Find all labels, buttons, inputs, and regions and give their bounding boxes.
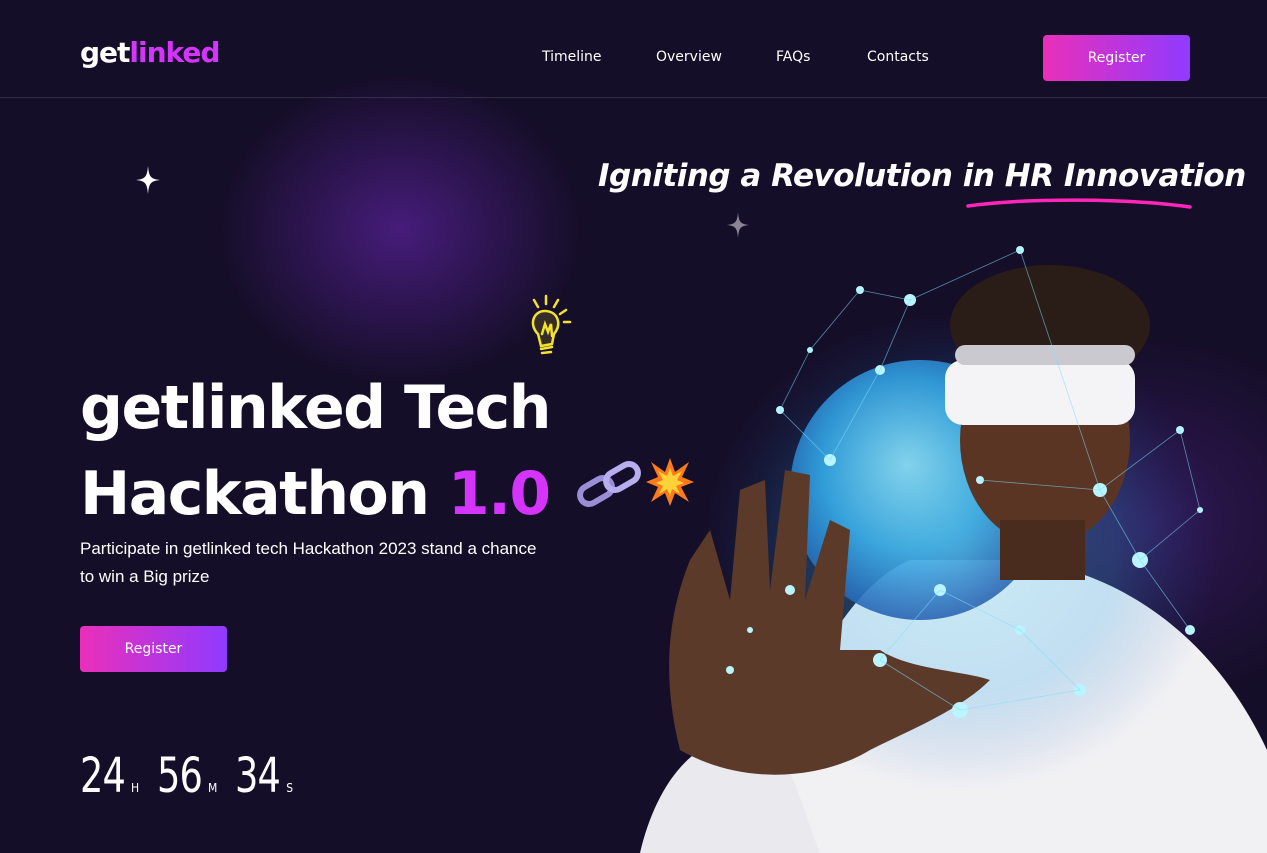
site-header: getlinked Timeline Overview FAQs Contact…	[0, 0, 1267, 98]
countdown-minutes-unit: M	[208, 781, 218, 795]
nav-faqs[interactable]: FAQs	[776, 49, 810, 65]
headline-accent: 1.0	[447, 459, 551, 529]
hero-illustration	[640, 246, 1267, 853]
countdown-hours: 24	[80, 748, 126, 804]
nav-contacts[interactable]: Contacts	[867, 49, 929, 65]
logo-part-linked: linked	[129, 36, 220, 69]
nav-overview[interactable]: Overview	[656, 49, 722, 65]
countdown-minutes: 56	[157, 748, 203, 804]
hero-headline: getlinked Tech Hackathon 1.0	[80, 365, 551, 537]
hero-subtitle: Participate in getlinked tech Hackathon …	[80, 539, 537, 586]
logo-part-get: get	[80, 36, 130, 69]
countdown-seconds: 34	[235, 748, 281, 804]
hero-tagline: Igniting a Revolution in HR Innovation	[598, 158, 1246, 194]
countdown-hours-unit: H	[130, 781, 140, 795]
sparkle-icon	[136, 166, 160, 194]
countdown-timer: 24 H 56 M 34 S	[80, 748, 311, 804]
hero-register-button[interactable]: Register	[80, 626, 227, 672]
lightbulb-icon	[531, 294, 572, 355]
landing-page: getlinked Timeline Overview FAQs Contact…	[0, 0, 1267, 853]
header-register-button[interactable]: Register	[1043, 35, 1190, 81]
countdown-seconds-unit: S	[286, 781, 294, 795]
tagline-underline	[966, 198, 1192, 209]
headline-line-2-text: Hackathon	[80, 459, 448, 529]
nav-timeline[interactable]: Timeline	[542, 49, 602, 65]
vr-headset	[945, 360, 1135, 425]
logo[interactable]: getlinked	[80, 36, 220, 69]
headline-line-1: getlinked Tech	[80, 373, 551, 443]
headline-line-2: Hackathon 1.0	[80, 451, 551, 537]
